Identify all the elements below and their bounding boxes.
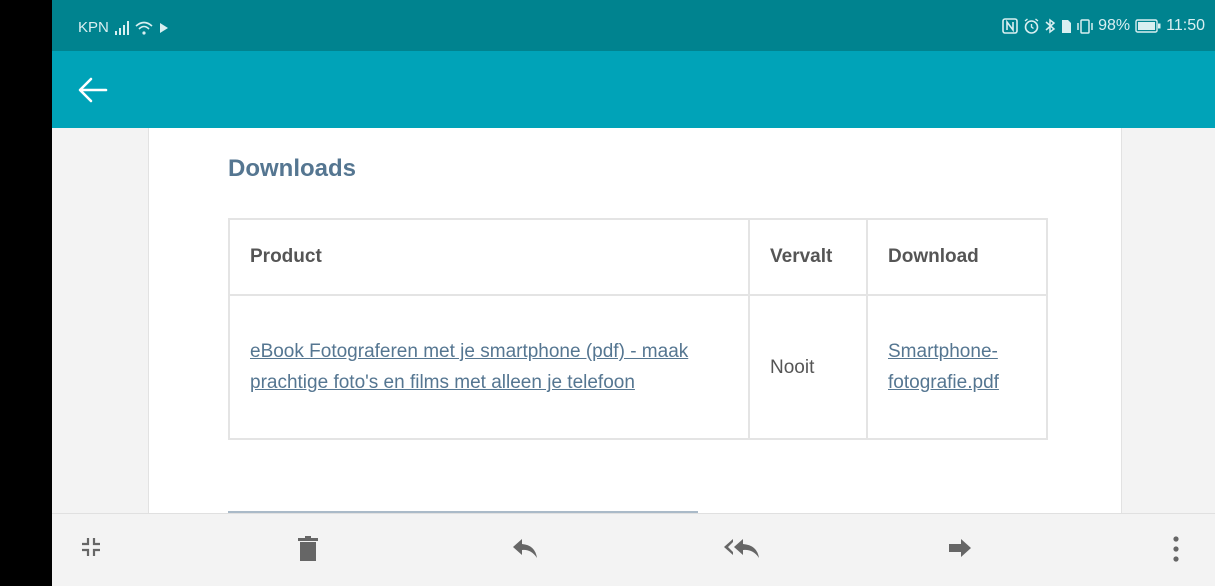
downloads-heading: Downloads xyxy=(228,155,357,182)
clock-time: 11:50 xyxy=(1166,17,1205,34)
signal-icon xyxy=(114,20,129,35)
reply-icon xyxy=(513,539,537,558)
table-header-row: Product Vervalt Download xyxy=(228,218,1048,296)
alarm-icon xyxy=(1024,17,1039,34)
app-bar xyxy=(52,51,1215,128)
more-vertical-icon xyxy=(1173,536,1179,562)
phone-screen: KPN 98% 11:50 Downloads Product Vervalt … xyxy=(52,0,1215,586)
forward-icon xyxy=(949,539,971,557)
bluetooth-icon xyxy=(1045,18,1056,34)
status-bar: KPN 98% 11:50 xyxy=(52,0,1215,51)
collapse-icon xyxy=(82,538,100,556)
battery-icon xyxy=(1135,19,1161,33)
table-row: eBook Fotograferen met je smartphone (pd… xyxy=(228,294,1048,440)
status-left: KPN xyxy=(78,19,169,36)
wifi-icon xyxy=(135,21,153,35)
expires-cell: Nooit xyxy=(748,294,868,440)
forward-button[interactable] xyxy=(947,536,973,565)
reply-all-icon xyxy=(724,539,759,558)
reply-button[interactable] xyxy=(511,536,539,565)
play-store-icon xyxy=(159,22,168,33)
reply-all-button[interactable] xyxy=(723,536,761,565)
carrier-name: KPN xyxy=(78,19,109,36)
vibrate-icon xyxy=(1077,18,1093,34)
sim-icon xyxy=(1062,19,1072,33)
battery-percent: 98% xyxy=(1098,17,1131,34)
downloads-table: Product Vervalt Download eBook Fotografe… xyxy=(228,218,1048,440)
column-header-product: Product xyxy=(228,218,750,296)
product-cell: eBook Fotograferen met je smartphone (pd… xyxy=(228,294,750,440)
email-content-area[interactable]: Downloads Product Vervalt Download eBook… xyxy=(52,128,1215,513)
more-options-button[interactable] xyxy=(1172,536,1180,567)
status-right: 98% 11:50 xyxy=(1002,17,1205,35)
arrow-left-icon xyxy=(78,77,108,103)
collapse-button[interactable] xyxy=(80,536,102,563)
product-link[interactable]: eBook Fotograferen met je smartphone (pd… xyxy=(250,341,688,393)
bottom-action-bar xyxy=(52,513,1215,586)
column-header-download: Download xyxy=(866,218,1048,296)
download-cell: Smartphone-fotografie.pdf xyxy=(866,294,1048,440)
delete-button[interactable] xyxy=(297,536,319,567)
email-body-card: Downloads Product Vervalt Download eBook… xyxy=(148,128,1122,513)
column-header-vervalt: Vervalt xyxy=(748,218,868,296)
back-button[interactable] xyxy=(76,75,110,105)
nfc-icon xyxy=(1002,18,1018,34)
download-file-link[interactable]: Smartphone-fotografie.pdf xyxy=(888,341,999,393)
trash-icon xyxy=(298,536,318,561)
